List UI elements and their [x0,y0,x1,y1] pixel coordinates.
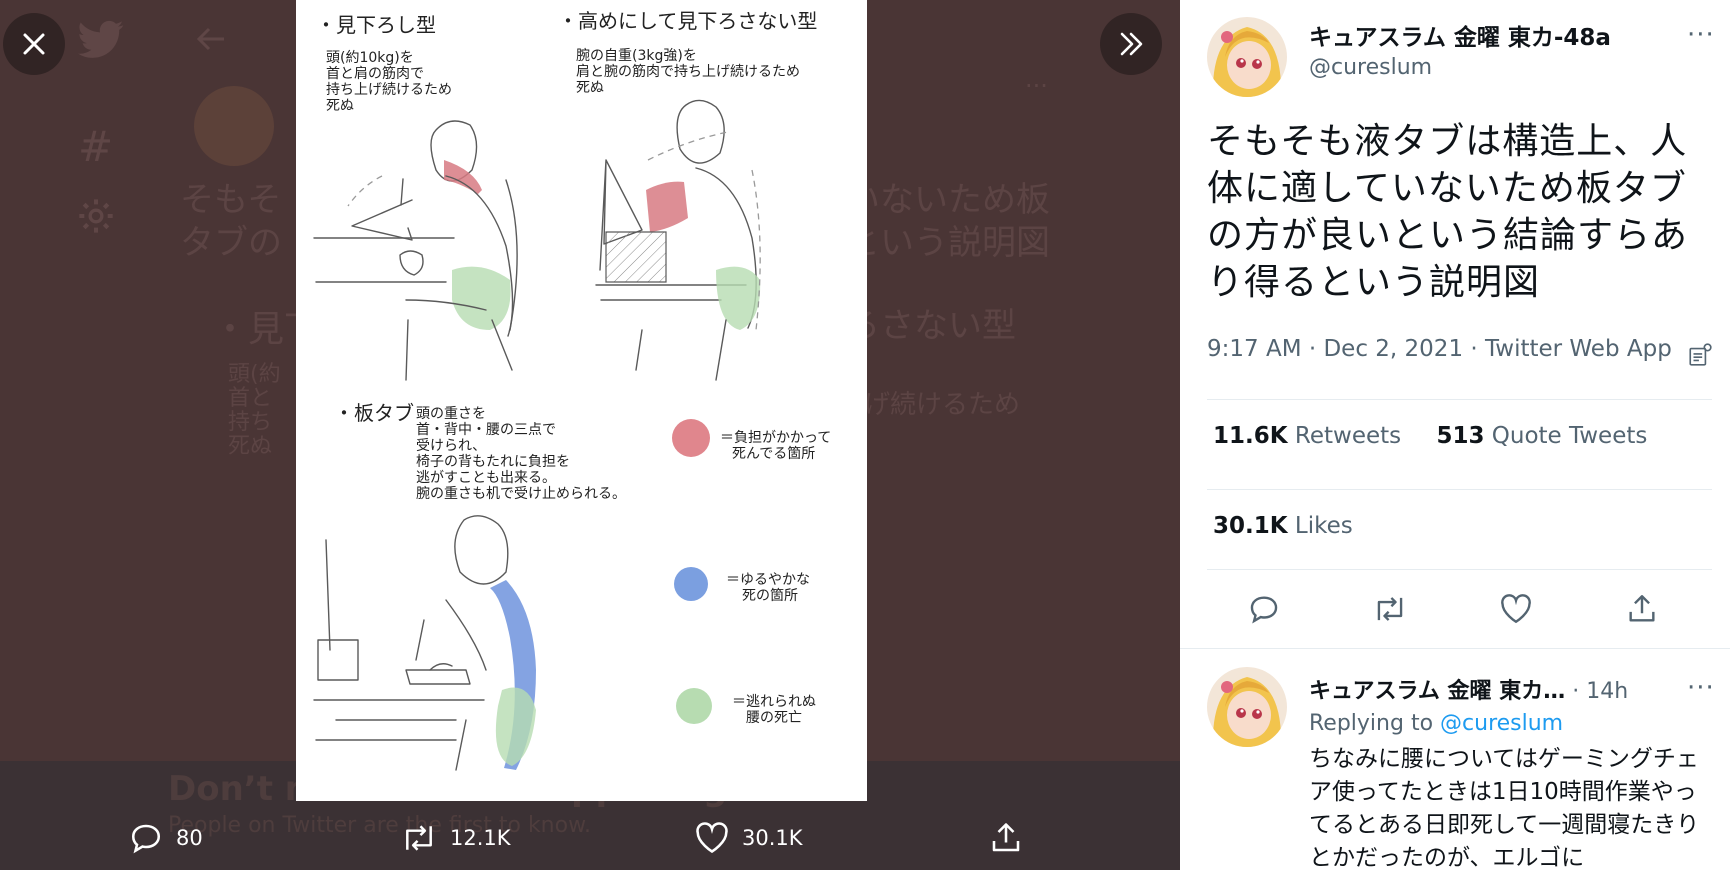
tweet-timestamp[interactable]: 9:17 AM · Dec 2, 2021 · Twitter Web App [1207,336,1672,362]
section-label: ・高めにして見下ろさない型 [558,9,817,33]
reply-icon [131,824,161,854]
replying-to-handle[interactable]: @cureslum [1440,711,1563,736]
like-button[interactable]: 30.1K [694,806,803,870]
section-note-line: 死ぬ [576,80,604,96]
reply-button[interactable] [1239,584,1289,634]
reply-header: キュアスラム 金曜 東カ… · 14h [1309,673,1628,705]
quote-tweets-stat[interactable]: 513 Quote Tweets [1436,423,1647,449]
back-arrow-icon [196,26,226,56]
like-count: 30.1K [742,826,803,850]
section-note-line: 頭(約10kg)を [326,50,414,66]
legend-swatch [672,419,710,457]
quotes-count: 513 [1436,423,1485,449]
legend-text: ＝ゆるやかな [726,572,810,588]
backdrop-tweet-text: タブの [180,223,282,263]
avatar[interactable] [1207,17,1287,97]
reply-button[interactable]: 80 [128,806,203,870]
legend-text: ＝負担がかかって [720,430,831,446]
analytics-icon[interactable] [1687,342,1713,372]
reply-time[interactable]: · 14h [1572,679,1628,704]
likes-label: Likes [1294,513,1353,539]
like-button[interactable] [1491,584,1541,634]
hashtag-icon: # [78,122,114,171]
author-name[interactable]: キュアスラム 金曜 東カ-48a [1309,18,1611,52]
likes-count: 30.1K [1213,513,1288,539]
quotes-label: Quote Tweets [1491,423,1648,449]
section-note-line: 肩と腕の筋肉で持ち上げ続けるため [576,63,800,80]
media-action-bar: 80 12.1K 30.1K [0,806,1180,870]
section-note-line: 首・背中・腰の三点で [416,422,556,438]
section-note-line: 腕の重さも机で受け止められる。 [416,486,626,502]
share-button[interactable] [988,806,1024,870]
legend-text: 死んでる箇所 [732,445,815,462]
share-button[interactable] [1617,584,1667,634]
ergonomics-illustration: ・見下ろし型 頭(約10kg)を 首と肩の筋肉で 持ち上げ続けるため 死ぬ ・高… [313,9,831,771]
legend-text: 腰の死亡 [746,710,802,726]
expand-sidebar-button[interactable] [1100,13,1162,75]
section-label: ・見下ろし型 [316,13,436,37]
divider [1207,399,1712,400]
share-icon [992,823,1020,852]
divider [1207,489,1712,490]
section-note-line: 首と肩の筋肉で [326,65,424,82]
retweet-count: 12.1K [450,826,511,850]
likes-stat[interactable]: 30.1K Likes [1213,513,1353,539]
divider [1207,569,1712,570]
legend-swatch [674,567,708,601]
retweet-button[interactable]: 12.1K [400,806,511,870]
section-note-line: 死ぬ [326,98,354,114]
close-button[interactable] [3,13,65,75]
reply-icon [1250,596,1278,624]
tweet-detail-panel: キュアスラム 金曜 東カ-48a @cureslum ··· そもそも液タブは構… [1180,0,1730,870]
close-icon [23,33,45,55]
legend-text: ＝逃れられぬ [732,694,816,710]
expand-icon [1120,32,1143,56]
more-icon[interactable]: ··· [1687,673,1715,703]
section-note-line: 頭の重さを [416,406,486,422]
section-note-line: 逃がすことも出来る。 [416,470,556,486]
backdrop-tweet-text: そもそ [180,180,282,220]
section-note-line: 持ち上げ続けるため [326,81,452,98]
retweet-icon [1377,597,1403,621]
retweets-label: Retweets [1294,423,1402,449]
reply-author-name[interactable]: キュアスラム 金曜 東カ… [1309,679,1565,704]
retweet-icon [406,825,432,851]
retweets-stat[interactable]: 11.6K Retweets [1213,423,1401,449]
tweet-image[interactable]: ・見下ろし型 頭(約10kg)を 首と肩の筋肉で 持ち上げ続けるため 死ぬ ・高… [296,0,867,801]
reply-count: 80 [176,826,203,850]
replying-to: Replying to @cureslum [1309,711,1563,736]
legend-swatch [676,688,712,724]
section-label: ・板タブ [334,401,414,425]
gear-icon [76,196,116,240]
replying-to-label: Replying to [1309,711,1434,736]
reply-text: ちなみに腰についてはゲーミングチェア使ってたときは1日10時間作業やってるとある… [1309,746,1700,870]
backdrop-more: ··· [1025,72,1048,100]
retweets-count: 11.6K [1213,423,1288,449]
tweet-text: そもそも液タブは構造上、人体に適していないため板タブの方が良いという結論すらあり… [1207,121,1689,303]
stats-row: 11.6K Retweets 513 Quote Tweets [1213,423,1647,449]
divider [1180,648,1730,649]
retweet-button[interactable] [1365,584,1415,634]
legend-text: 死の箇所 [742,587,798,604]
author-handle[interactable]: @cureslum [1309,55,1432,80]
heart-icon [1501,594,1531,624]
avatar[interactable] [1207,667,1287,747]
share-icon [1629,595,1655,622]
figure-looking-down [313,120,518,381]
figure-raised-display [595,99,761,381]
twitter-logo-icon [78,20,124,64]
section-note-line: 椅子の背もたれに負担を [416,454,570,470]
more-icon[interactable]: ··· [1687,20,1715,50]
heart-icon [696,822,728,854]
section-note-line: 腕の自重(3kg強)を [576,48,697,64]
backdrop-image-text: 死ぬ [228,434,273,459]
figure-board-tablet [313,515,536,771]
tweet-actions [1207,584,1712,634]
section-note-line: 受けられ、 [416,438,486,454]
backdrop-avatar [194,86,274,166]
